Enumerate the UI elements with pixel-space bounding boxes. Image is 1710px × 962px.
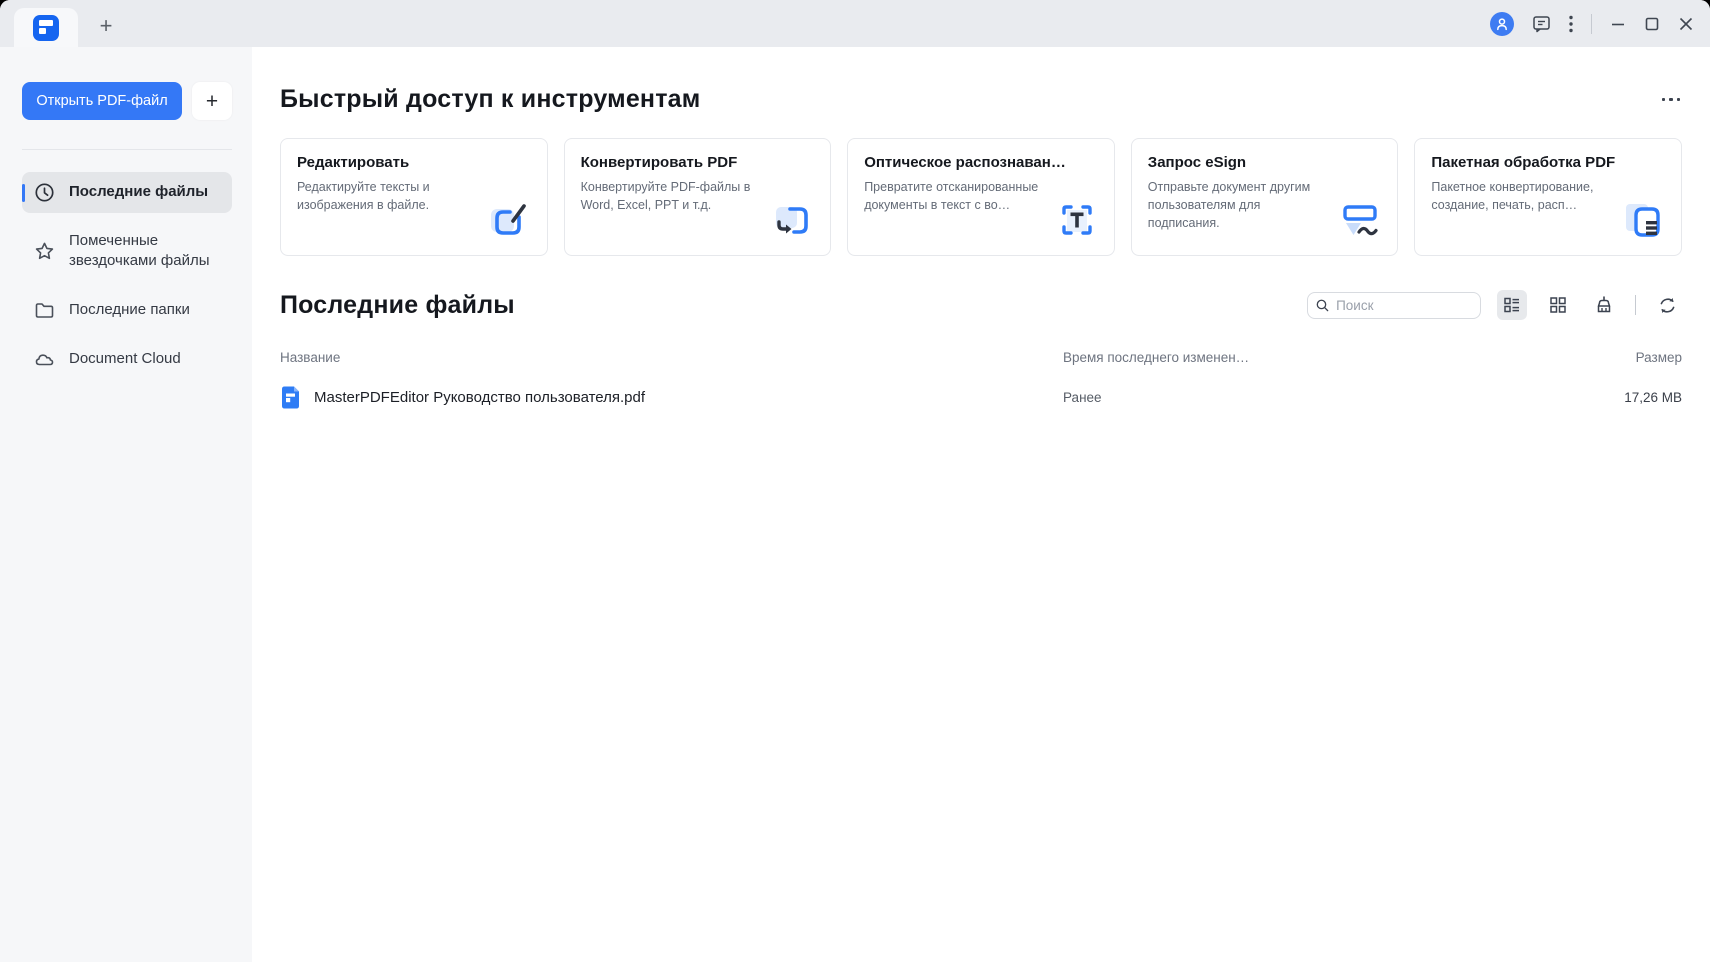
create-pdf-button[interactable]: + <box>192 82 232 120</box>
sidebar-item-document-cloud[interactable]: Document Cloud <box>22 339 232 380</box>
refresh-sync-icon <box>1660 297 1674 313</box>
card-request-esign[interactable]: Запрос eSign Отправьте документ другим п… <box>1130 138 1399 256</box>
list-view-button[interactable] <box>1497 290 1527 320</box>
card-title: Конвертировать PDF <box>580 154 738 171</box>
toolbar-divider <box>1635 295 1636 315</box>
folder-icon <box>34 300 55 321</box>
search-icon <box>1316 299 1329 311</box>
sidebar-nav: Последние файлы Помеченные звездочками ф… <box>22 172 232 380</box>
grid-view-icon <box>1550 297 1566 313</box>
file-name: MasterPDFEditor Руководство пользователя… <box>314 388 646 406</box>
cloud-icon <box>34 349 55 370</box>
file-modified: Ранее <box>1063 389 1102 405</box>
tab-home[interactable] <box>14 8 78 47</box>
file-row[interactable]: MasterPDFEditor Руководство пользователя… <box>280 375 1682 419</box>
tab-strip: + <box>0 0 1710 47</box>
titlebar-controls <box>1490 0 1694 47</box>
close-button[interactable] <box>1678 16 1694 32</box>
maximize-button[interactable] <box>1644 16 1660 32</box>
card-title: Редактировать <box>297 154 410 171</box>
card-convert-pdf[interactable]: Конвертировать PDF Конвертируйте PDF-фай… <box>563 138 832 256</box>
batch-icon <box>1621 197 1667 243</box>
titlebar-divider <box>1591 13 1592 34</box>
refresh-button[interactable] <box>1652 290 1682 320</box>
sidebar-item-label: Последние папки <box>69 300 190 318</box>
recent-files-toolbar <box>1307 290 1682 320</box>
quick-access-cards: Редактировать Редактируйте тексты и изоб… <box>280 138 1682 256</box>
convert-icon <box>770 197 816 243</box>
column-name[interactable]: Название <box>280 350 1063 365</box>
column-modified[interactable]: Время последнего изменен… <box>1063 350 1636 365</box>
search-input[interactable] <box>1336 297 1472 313</box>
sidebar-item-label: Последние файлы <box>69 183 209 201</box>
new-tab-button[interactable]: + <box>92 12 120 40</box>
feedback-button[interactable] <box>1532 14 1551 33</box>
star-icon <box>34 241 55 262</box>
history-clock-icon <box>34 182 55 203</box>
sidebar-item-label: Помеченные звездочками файлы <box>69 232 210 270</box>
file-table-header: Название Время последнего изменен… Разме… <box>280 350 1682 365</box>
pdf-file-icon <box>280 385 301 410</box>
menu-button[interactable] <box>1569 15 1573 33</box>
minimize-button[interactable] <box>1610 16 1626 32</box>
clean-broom-icon <box>1597 296 1611 313</box>
chat-bubble-icon <box>1533 16 1550 33</box>
minimize-icon <box>1612 23 1624 25</box>
ocr-icon <box>1054 197 1100 243</box>
quick-access-title: Быстрый доступ к инструментам <box>280 85 701 113</box>
card-title: Запрос eSign <box>1147 154 1247 171</box>
card-batch-pdf[interactable]: Пакетная обработка PDF Пакетное конверти… <box>1414 138 1682 256</box>
column-size[interactable]: Размер <box>1636 350 1682 365</box>
search-box[interactable] <box>1307 291 1481 319</box>
more-options-button[interactable] <box>1660 92 1683 108</box>
sidebar-item-recent-files[interactable]: Последние файлы <box>22 172 232 213</box>
sidebar-divider <box>22 149 232 150</box>
sidebar: Открыть PDF-файл + Последние файлы Помеч… <box>0 47 252 962</box>
sidebar-item-recent-folders[interactable]: Последние папки <box>22 290 232 331</box>
close-icon <box>1679 17 1693 30</box>
card-edit[interactable]: Редактировать Редактируйте тексты и изоб… <box>280 138 548 256</box>
card-ocr[interactable]: Оптическое распознаван… Превратите отска… <box>847 138 1115 256</box>
app-window: + Открыть PDF-файл + Последние файлы Пом… <box>0 0 1710 962</box>
file-size: 17,26 MB <box>1624 389 1682 405</box>
recent-files-title: Последние файлы <box>280 290 515 319</box>
sidebar-item-starred-files[interactable]: Помеченные звездочками файлы <box>22 221 232 282</box>
card-title: Пакетная обработка PDF <box>1431 154 1616 171</box>
card-title: Оптическое распознаван… <box>864 154 1066 171</box>
esign-icon <box>1337 197 1383 243</box>
list-view-icon <box>1504 297 1519 313</box>
edit-icon <box>487 197 533 243</box>
maximize-icon <box>1645 17 1659 30</box>
open-pdf-button[interactable]: Открыть PDF-файл <box>22 82 182 120</box>
sidebar-item-label: Document Cloud <box>69 349 181 367</box>
main-panel: Быстрый доступ к инструментам Редактиров… <box>252 47 1710 962</box>
account-avatar[interactable] <box>1490 11 1514 36</box>
person-icon <box>1497 17 1507 30</box>
grid-view-button[interactable] <box>1543 290 1573 320</box>
kebab-menu-icon <box>1569 15 1573 32</box>
app-logo-icon <box>33 14 59 41</box>
clear-list-button[interactable] <box>1589 290 1619 320</box>
